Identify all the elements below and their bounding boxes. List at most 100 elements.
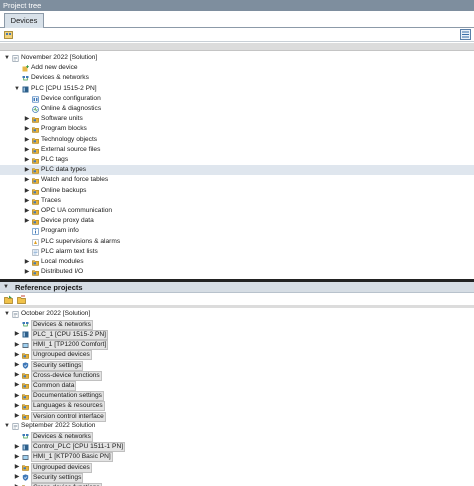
- tree-item-local-modules[interactable]: ▶ Local modules: [0, 257, 474, 267]
- folder-icon: [32, 209, 39, 215]
- chevron-right-icon[interactable]: ▶: [24, 135, 30, 145]
- folder-icon: [32, 188, 39, 195]
- text-list-icon: [32, 248, 39, 256]
- tree-item-october-2022-solution[interactable]: ▼ October 2022 [Solution]: [0, 309, 474, 319]
- chevron-right-icon[interactable]: ▶: [24, 145, 30, 155]
- tree-item-program-info[interactable]: Program info: [0, 226, 474, 236]
- tree-item-label: Cross-device functions: [31, 370, 102, 381]
- chevron-right-icon[interactable]: ▶: [14, 329, 20, 339]
- tree-item-plc-cpu-1515-2-pn[interactable]: ▼ PLC [CPU 1515-2 PN]: [0, 84, 474, 94]
- chevron-down-icon[interactable]: ▼: [4, 309, 10, 319]
- chevron-right-icon[interactable]: ▶: [14, 401, 20, 411]
- tree-item-november-2022-solution[interactable]: ▼ November 2022 [Solution]: [0, 53, 474, 63]
- tree-item-version-control-interface[interactable]: ▶ Version control interface: [0, 411, 474, 422]
- tree-item-cross-device-functions[interactable]: ▶Cross-device functions: [0, 482, 474, 486]
- chevron-right-icon[interactable]: ▶: [14, 482, 20, 486]
- chevron-right-icon[interactable]: ▶: [24, 196, 30, 206]
- tree-item-plc-1-cpu-1515-2-pn[interactable]: ▶ PLC_1 [CPU 1515-2 PN]: [0, 329, 474, 340]
- folder-icon: [32, 158, 39, 164]
- tree-item-technology-objects[interactable]: ▶ Technology objects: [0, 135, 474, 145]
- tree-item-common-data[interactable]: ▶ Common data: [0, 380, 474, 391]
- chevron-right-icon[interactable]: ▶: [14, 452, 20, 462]
- chevron-right-icon[interactable]: ▶: [24, 257, 30, 267]
- tree-item-label: PLC alarm text lists: [41, 247, 98, 255]
- chevron-right-icon[interactable]: ▶: [14, 360, 20, 370]
- tree-item-languages-resources[interactable]: ▶ Languages & resources: [0, 401, 474, 412]
- chevron-right-icon[interactable]: ▶: [14, 472, 20, 482]
- chevron-right-icon[interactable]: ▶: [24, 114, 30, 124]
- chevron-right-icon[interactable]: ▶: [14, 380, 20, 390]
- chevron-right-icon[interactable]: ▶: [24, 216, 30, 226]
- chevron-right-icon[interactable]: ▶: [14, 391, 20, 401]
- network-icon: [22, 322, 29, 327]
- tree-item-ungrouped-devices[interactable]: ▶ Ungrouped devices: [0, 350, 474, 361]
- tree-item-plc-tags[interactable]: ▶ PLC tags: [0, 155, 474, 165]
- add-new-device-icon[interactable]: [4, 30, 13, 39]
- panel-title-bar: Project tree: [0, 0, 474, 11]
- tree-item-devices-networks[interactable]: Devices & networks: [0, 319, 474, 330]
- folder-icon: [22, 404, 29, 410]
- folder-icon: [32, 260, 39, 266]
- tab-devices[interactable]: Devices: [4, 13, 44, 28]
- chevron-right-icon[interactable]: ▶: [24, 124, 30, 134]
- tree-item-ungrouped-devices[interactable]: ▶ Ungrouped devices: [0, 462, 474, 473]
- tree-item-online-diagnostics[interactable]: Online & diagnostics: [0, 104, 474, 114]
- tree-item-devices-networks[interactable]: Devices & networks: [0, 73, 474, 83]
- detail-view-toggle[interactable]: [460, 29, 471, 40]
- chevron-down-icon[interactable]: ▼: [4, 53, 10, 63]
- tree-item-program-blocks[interactable]: ▶ Program blocks: [0, 124, 474, 134]
- tree-item-control-plc-cpu-1511-1-pn[interactable]: ▶ Control_PLC [CPU 1511-1 PN]: [0, 442, 474, 453]
- tree-item-online-backups[interactable]: ▶ Online backups: [0, 186, 474, 196]
- tree-item-device-configuration[interactable]: Device configuration: [0, 94, 474, 104]
- tree-item-plc-alarm-text-lists[interactable]: PLC alarm text lists: [0, 247, 474, 257]
- tree-item-label: Device proxy data: [41, 217, 94, 225]
- tree-item-hmi-1-ktp700-basic-pn[interactable]: ▶ HMI_1 [KTP700 Basic PN]: [0, 452, 474, 463]
- tree-item-device-proxy-data[interactable]: ▶ Device proxy data: [0, 216, 474, 226]
- tree-item-label: PLC supervisions & alarms: [41, 237, 121, 245]
- chevron-right-icon[interactable]: ▶: [14, 340, 20, 350]
- chevron-right-icon[interactable]: ▶: [14, 411, 20, 421]
- tree-item-plc-data-types[interactable]: ▶ PLC data types: [0, 165, 474, 176]
- open-reference-project-icon[interactable]: [4, 295, 13, 304]
- tree-item-label: Online backups: [41, 186, 87, 194]
- panel-title: Project tree: [3, 1, 42, 10]
- tree-item-hmi-1-tp1200-comfort[interactable]: ▶ HMI_1 [TP1200 Comfort]: [0, 340, 474, 351]
- tree-item-opc-ua-communication[interactable]: ▶ OPC UA communication: [0, 206, 474, 216]
- chevron-down-icon[interactable]: ▼: [14, 84, 20, 94]
- chevron-right-icon[interactable]: ▶: [24, 267, 30, 277]
- folder-icon: [22, 393, 29, 400]
- tree-item-september-2022-solution[interactable]: ▼ September 2022 Solution: [0, 421, 474, 431]
- close-reference-project-icon[interactable]: [17, 295, 26, 304]
- chevron-right-icon[interactable]: ▶: [14, 442, 20, 452]
- tree-item-add-new-device[interactable]: Add new device: [0, 63, 474, 73]
- chevron-right-icon[interactable]: ▶: [24, 206, 30, 216]
- tree-item-cross-device-functions[interactable]: ▶ Cross-device functions: [0, 370, 474, 381]
- tree-item-traces[interactable]: ▶ Traces: [0, 196, 474, 206]
- chevron-right-icon[interactable]: ▶: [14, 350, 20, 360]
- tree-item-label: Add new device: [31, 64, 78, 72]
- tree-item-plc-supervisions-alarms[interactable]: PLC supervisions & alarms: [0, 237, 474, 247]
- tree-item-security-settings[interactable]: ▶ Security settings: [0, 360, 474, 371]
- chevron-right-icon[interactable]: ▶: [14, 370, 20, 380]
- tab-strip: Devices: [0, 11, 474, 28]
- tree-item-external-source-files[interactable]: ▶ External source files: [0, 145, 474, 155]
- tree-item-documentation-settings[interactable]: ▶ Documentation settings: [0, 391, 474, 402]
- chevron-right-icon[interactable]: ▶: [24, 186, 30, 196]
- tree-item-devices-networks[interactable]: Devices & networks: [0, 431, 474, 442]
- tree-item-watch-and-force-tables[interactable]: ▶ Watch and force tables: [0, 175, 474, 185]
- reference-projects-header[interactable]: ▼ Reference projects: [0, 282, 474, 293]
- chevron-down-icon[interactable]: ▼: [4, 421, 10, 431]
- tree-item-distributed-i-o[interactable]: ▶ Distributed I/O: [0, 267, 474, 277]
- chevron-down-icon[interactable]: ▼: [3, 282, 9, 292]
- tree-item-label: Online & diagnostics: [41, 105, 102, 112]
- tree-item-label: Version control interface: [31, 411, 106, 422]
- chevron-right-icon[interactable]: ▶: [24, 155, 30, 165]
- chevron-right-icon[interactable]: ▶: [14, 462, 20, 472]
- tree-item-security-settings[interactable]: ▶ Security settings: [0, 472, 474, 483]
- tree-item-software-units[interactable]: ▶ Software units: [0, 114, 474, 124]
- tree-item-label: HMI_1 [TP1200 Comfort]: [31, 340, 109, 351]
- chevron-right-icon[interactable]: ▶: [24, 165, 30, 175]
- tree-item-label: Traces: [41, 196, 61, 204]
- chevron-right-icon[interactable]: ▶: [24, 175, 30, 185]
- tree-item-label: November 2022 [Solution]: [21, 54, 98, 61]
